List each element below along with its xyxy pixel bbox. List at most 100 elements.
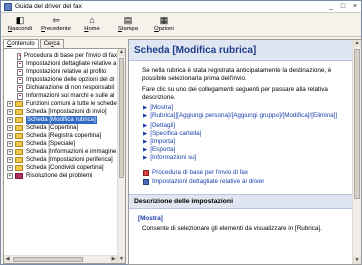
link-arrow-icon: ▶ [143, 131, 148, 137]
print-icon: ▤ [123, 15, 133, 25]
scroll-thumb[interactable] [119, 58, 124, 178]
tree-item-label: Informazioni sui marchi e sulle al [26, 92, 115, 99]
scroll-left-arrow-icon[interactable]: ◀ [4, 256, 11, 263]
title-bar: Guida del driver del fax _ □ × [1, 1, 361, 13]
stampa-button[interactable]: ▤ Stampa [111, 13, 145, 37]
back-icon: ⇦ [52, 15, 60, 25]
related-link-row: Impostazioni dettagliate relative ai dri… [129, 177, 352, 186]
tree-item-label: Scheda [Registra copertina] [26, 132, 102, 139]
page-icon [17, 52, 22, 60]
tree-horizontal-scrollbar[interactable]: ◀ ▶ [4, 255, 117, 263]
help-window: Guida del driver del fax _ □ × ◧ Nascondi… [0, 0, 362, 265]
tree-item[interactable]: + Risoluzione dei problemi [4, 172, 117, 180]
expand-icon[interactable]: + [7, 101, 13, 107]
tree-item-label: Impostazioni relative al profilo [26, 68, 107, 75]
book-icon [15, 141, 23, 147]
tree-item[interactable]: Impostazione delle opzioni del dr [4, 76, 117, 84]
related-link[interactable]: Procedura di base per l'invio di fax [152, 169, 248, 177]
tree-item[interactable]: + Scheda [Speciale] [4, 140, 117, 148]
related-topics: Procedura di base per l'invio di fax Impo… [129, 168, 352, 186]
book-icon [15, 125, 23, 131]
scroll-up-arrow-icon[interactable]: ▲ [353, 40, 361, 47]
topic-link[interactable]: [Dettagli] [150, 122, 175, 130]
topic-vertical-scrollbar[interactable]: ▲ ▼ [352, 40, 361, 264]
tree-item[interactable]: + Funzioni comuni a tutte le schede [4, 100, 117, 108]
expand-icon[interactable]: + [7, 173, 13, 179]
nascondi-button[interactable]: ◧ Nascondi [3, 13, 37, 37]
book-icon [15, 165, 23, 171]
page-icon [17, 92, 23, 100]
book-icon [15, 133, 23, 139]
scroll-down-arrow-icon[interactable]: ▼ [118, 256, 125, 263]
expand-icon[interactable]: + [7, 109, 13, 115]
tree-item-label: Scheda [Copertina] [26, 124, 79, 131]
topic-link[interactable]: [Informazioni su] [150, 154, 196, 162]
navigation-pane: Contenuto Cerca Procedura di base per l'i… [3, 39, 126, 264]
topic-link-sub[interactable]: [[Aggiungi persona]/[Aggiungi gruppo]/[M… [175, 112, 337, 120]
topic-link-row: ▶ [Specifica cartella] [129, 130, 352, 138]
link-arrow-icon: ▶ [143, 147, 148, 153]
home-icon: ⌂ [89, 15, 95, 25]
tree-item[interactable]: + Scheda [Condividi copertina] [4, 164, 117, 172]
label-rest: ome [88, 26, 100, 32]
expand-icon[interactable]: + [7, 117, 13, 123]
expand-icon[interactable]: + [7, 125, 13, 131]
minimize-button[interactable]: _ [325, 2, 337, 12]
tree-item-label: Funzioni comuni a tutte le schede [26, 100, 117, 107]
scroll-up-arrow-icon[interactable]: ▲ [118, 49, 125, 56]
red-page-icon [143, 169, 149, 176]
maximize-button[interactable]: □ [337, 2, 349, 12]
tree-item[interactable]: + Scheda [Impostazioni periferica] [4, 156, 117, 164]
opzioni-button[interactable]: ▦ Opzioni [147, 13, 181, 37]
precedente-button[interactable]: ⇦ Precedente [39, 13, 73, 37]
tree-item[interactable]: Informazioni sui marchi e sulle al [4, 92, 117, 100]
tree-item[interactable]: Impostazioni relative al profilo [4, 68, 117, 76]
tree-item[interactable]: + Scheda [Copertina] [4, 124, 117, 132]
tree-item-label: Impostazioni dettagliate relative a [26, 60, 117, 67]
expand-icon[interactable]: + [7, 165, 13, 171]
home-label: Home [84, 25, 99, 33]
window-title: Guida del driver del fax [15, 3, 82, 10]
tree-item[interactable]: + Scheda [Impostazioni di invio] [4, 108, 117, 116]
scroll-thumb[interactable] [13, 257, 83, 262]
page-title: Scheda [Modifica rubrica] [134, 44, 257, 56]
scroll-thumb[interactable] [354, 49, 360, 199]
topic-link[interactable]: [Importa] [150, 138, 175, 146]
topic-link[interactable]: [Specifica cartella] [150, 130, 201, 138]
topic-link-row: ▶ [Esporta] [129, 146, 352, 154]
related-link[interactable]: Impostazioni dettagliate relative ai dri… [152, 178, 264, 186]
tree-item[interactable]: Impostazioni dettagliate relative a [4, 60, 117, 68]
tree-item[interactable]: + Scheda [Registra copertina] [4, 132, 117, 140]
contents-tree: Procedura di base per l'invio di fax Impo… [4, 52, 117, 260]
topic-header: Scheda [Modifica rubrica] [129, 40, 352, 61]
home-button[interactable]: ⌂ Home [75, 13, 109, 37]
toolbar: ◧ Nascondi ⇦ Precedente ⌂ Home ▤ Stampa ▦ Opzioni [1, 13, 361, 37]
scroll-right-arrow-icon[interactable]: ▶ [110, 256, 117, 263]
expand-icon[interactable]: + [7, 157, 13, 163]
tree-vertical-scrollbar[interactable]: ▲ ▼ [117, 49, 125, 263]
topic-link[interactable]: [Esporta] [150, 146, 175, 154]
tree-item-label: Procedura di base per l'invio di fax [24, 52, 117, 59]
expand-icon[interactable]: + [7, 149, 13, 155]
instruction-text: Fare clic su uno dei collegamenti seguen… [142, 86, 328, 101]
topic-content: Scheda [Modifica rubrica] Se nella rubri… [129, 40, 352, 264]
expand-icon[interactable]: + [7, 133, 13, 139]
tree-item[interactable]: + Scheda [Informazioni e immagine [4, 148, 117, 156]
book-icon [15, 149, 23, 155]
close-button[interactable]: × [349, 2, 361, 12]
tree-item-label: Risoluzione dei problemi [26, 172, 93, 179]
topic-link[interactable]: [Rubrica] [150, 112, 175, 120]
topic-link[interactable]: [Mostra] [150, 104, 173, 112]
expand-icon[interactable]: + [7, 141, 13, 147]
label-rest: ascondi [12, 26, 33, 32]
tree-item[interactable]: Dichiarazione di non responsabil [4, 84, 117, 92]
tree-item-label: Scheda [Condividi copertina] [26, 164, 104, 171]
topic-link-row: ▶ [Dettagli] [129, 122, 352, 130]
tree-item[interactable]: + Scheda [Modifica rubrica] [4, 116, 117, 124]
tab-label-rest: ca [53, 41, 60, 47]
precedente-label: Precedente [41, 25, 71, 33]
tree-item[interactable]: Procedura di base per l'invio di fax [4, 52, 117, 60]
hide-icon: ◧ [15, 15, 25, 25]
scroll-down-arrow-icon[interactable]: ▼ [353, 257, 361, 264]
book-icon [15, 173, 23, 179]
